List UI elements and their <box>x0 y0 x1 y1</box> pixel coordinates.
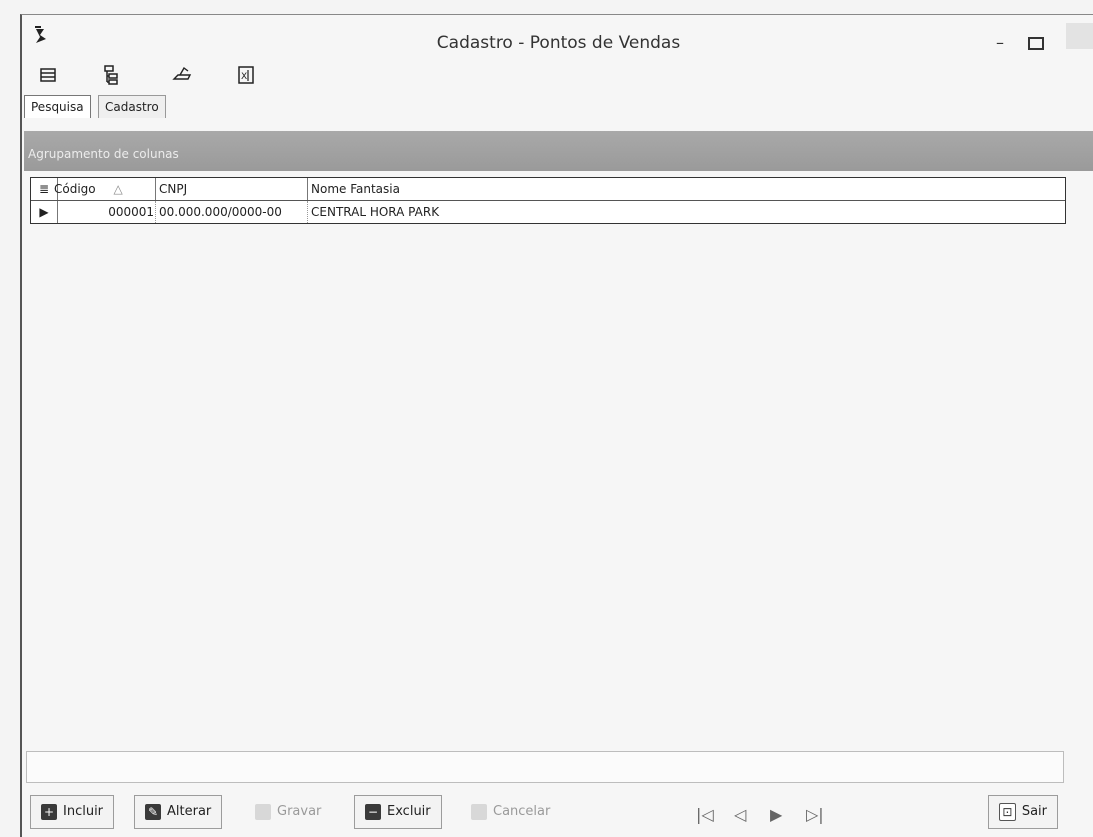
sair-button[interactable]: ⊡ Sair <box>988 795 1058 829</box>
excluir-button[interactable]: − Excluir <box>354 795 442 829</box>
next-record-icon[interactable]: ▶ <box>770 805 782 824</box>
cell-cnpj[interactable]: 00.000.000/0000-00 <box>155 201 310 223</box>
cancelar-button[interactable]: Cancelar <box>460 795 561 829</box>
tab-strip: Pesquisa Cadastro <box>22 95 322 119</box>
column-header-cnpj[interactable]: CNPJ <box>155 178 310 200</box>
exit-icon: ⊡ <box>999 803 1016 821</box>
add-icon: + <box>41 804 57 820</box>
last-record-icon[interactable]: ▷| <box>806 805 824 824</box>
tree-icon[interactable] <box>100 63 124 87</box>
svg-text:X: X <box>241 72 247 82</box>
group-by-label: Agrupamento de colunas <box>28 147 179 161</box>
print-icon[interactable] <box>170 63 194 87</box>
print-preview-icon[interactable] <box>36 63 60 87</box>
cell-nome-fantasia[interactable]: CENTRAL HORA PARK <box>307 201 1066 223</box>
cancelar-label: Cancelar <box>493 804 551 819</box>
excluir-label: Excluir <box>387 804 431 819</box>
sair-label: Sair <box>1021 804 1047 819</box>
maximize-button[interactable] <box>1028 37 1044 50</box>
edit-icon: ✎ <box>145 804 161 820</box>
grid-header: ≣ Código △ CNPJ Nome Fantasia <box>31 178 1065 201</box>
previous-record-icon[interactable]: ◁ <box>734 805 746 824</box>
incluir-label: Incluir <box>63 804 104 819</box>
alterar-label: Alterar <box>167 804 212 819</box>
action-bar: + Incluir ✎ Alterar Gravar − Excluir Can… <box>22 795 1093 835</box>
delete-icon: − <box>365 804 381 820</box>
gravar-button[interactable]: Gravar <box>244 795 332 829</box>
cancel-icon <box>471 804 487 820</box>
minimize-button[interactable]: – <box>996 33 1004 52</box>
alterar-button[interactable]: ✎ Alterar <box>134 795 223 829</box>
tab-cadastro[interactable]: Cadastro <box>98 95 166 118</box>
cell-codigo[interactable]: 000001 <box>51 201 157 223</box>
close-button[interactable] <box>1066 23 1093 49</box>
toolbar: X <box>22 63 322 93</box>
tab-pesquisa[interactable]: Pesquisa <box>24 95 91 118</box>
column-header-codigo[interactable]: Código △ <box>51 178 159 200</box>
save-icon <box>255 804 271 820</box>
gravar-label: Gravar <box>277 804 322 819</box>
data-grid: ≣ Código △ CNPJ Nome Fantasia ▶ 000001 0… <box>30 177 1066 224</box>
incluir-button[interactable]: + Incluir <box>30 795 115 829</box>
group-by-panel[interactable]: Agrupamento de colunas <box>24 131 1093 171</box>
grid-footer-panel <box>26 751 1064 783</box>
window: Cadastro - Pontos de Vendas – X Pesquisa… <box>20 14 1093 837</box>
column-header-nome-fantasia[interactable]: Nome Fantasia <box>307 178 1066 200</box>
first-record-icon[interactable]: |◁ <box>696 805 714 824</box>
table-row[interactable]: ▶ 000001 00.000.000/0000-00 CENTRAL HORA… <box>31 201 1065 223</box>
title-bar: Cadastro - Pontos de Vendas – <box>22 15 1093 61</box>
window-title: Cadastro - Pontos de Vendas <box>436 33 681 53</box>
excel-icon[interactable]: X <box>234 63 258 87</box>
column-header-label: Código <box>54 182 96 196</box>
sort-ascending-icon: △ <box>113 182 123 196</box>
